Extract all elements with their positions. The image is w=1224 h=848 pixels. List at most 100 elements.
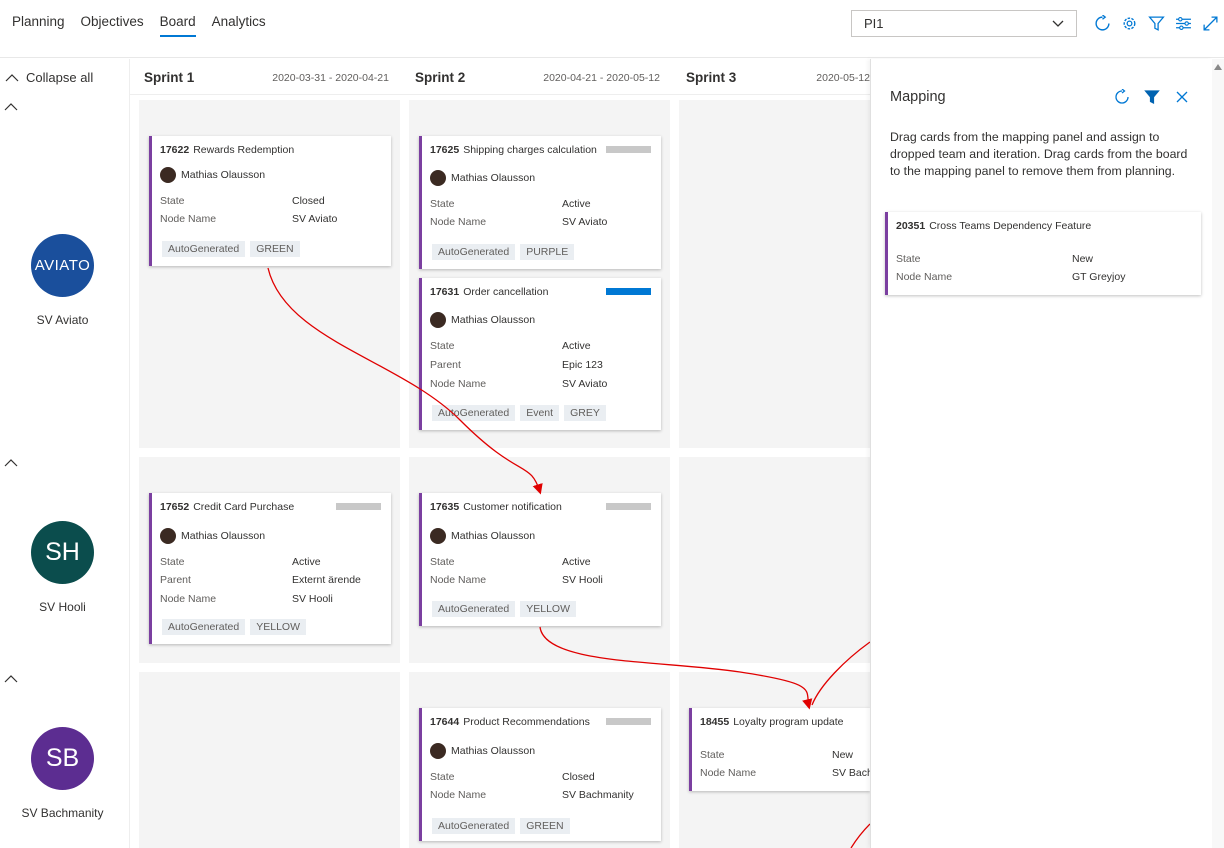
card-owner: Mathias Olausson <box>160 167 265 183</box>
tag: YELLOW <box>250 619 306 635</box>
field-value: Active <box>292 556 321 568</box>
team-name: SV Aviato <box>36 313 89 327</box>
card-id: 17622 <box>160 144 190 156</box>
field-value: SV Hooli <box>292 593 333 605</box>
sprint-dates: 2020-03-31 - 2020-04-21 <box>272 72 389 84</box>
chevron-up-icon[interactable] <box>4 102 18 112</box>
field-label: State <box>430 771 455 783</box>
progress-bar <box>336 503 381 510</box>
nav-tabs: Planning Objectives Board Analytics <box>12 14 266 37</box>
tag: AutoGenerated <box>432 405 516 421</box>
card-title: 20351 Cross Teams Dependency Feature <box>896 220 1091 232</box>
sprint-header-2: Sprint 2 2020-04-21 - 2020-05-12 <box>401 59 672 95</box>
work-item-card-17622[interactable]: 17622 Rewards Redemption Mathias Olausson… <box>149 136 391 266</box>
team-name: SV Bachmanity <box>21 806 104 820</box>
card-title-text: Cross Teams Dependency Feature <box>929 220 1092 232</box>
team-sv-bachmanity: SB SV Bachmanity <box>0 727 125 820</box>
field-value: Active <box>562 198 591 210</box>
gear-icon[interactable] <box>1121 15 1138 32</box>
owner-name: Mathias Olausson <box>451 172 536 184</box>
collapse-all-label: Collapse all <box>26 70 94 85</box>
board-cell[interactable] <box>679 100 870 448</box>
tab-objectives[interactable]: Objectives <box>81 14 144 37</box>
scroll-up-icon[interactable] <box>1214 64 1222 70</box>
tag: AutoGenerated <box>432 244 516 260</box>
expand-icon[interactable] <box>1202 15 1219 32</box>
tab-planning[interactable]: Planning <box>12 14 65 37</box>
panel-description: Drag cards from the mapping panel and as… <box>890 130 1188 178</box>
field-label: Parent <box>430 359 461 371</box>
panel-toolbar <box>1114 89 1190 105</box>
team-sv-hooli: SH SV Hooli <box>0 521 125 614</box>
collapse-all-button[interactable]: Collapse all <box>5 70 93 85</box>
avatar: SB <box>31 727 94 790</box>
field-value: SV Aviato <box>562 378 608 390</box>
board-cell[interactable] <box>139 672 400 848</box>
tag: GREEN <box>520 818 570 834</box>
field-label: Parent <box>160 574 191 586</box>
card-id: 17631 <box>430 286 460 298</box>
work-item-card-17635[interactable]: 17635 Customer notification Mathias Olaus… <box>419 493 661 626</box>
owner-name: Mathias Olausson <box>451 314 536 326</box>
field-label: Node Name <box>430 574 487 586</box>
field-value: SV Aviato <box>562 216 608 228</box>
board-cell[interactable] <box>679 457 870 663</box>
chevron-down-icon <box>1052 20 1064 27</box>
card-id: 17635 <box>430 501 460 513</box>
scrollbar[interactable] <box>1212 59 1224 848</box>
avatar-text: SB <box>45 744 80 772</box>
field-label: Node Name <box>430 216 487 228</box>
pi-dropdown[interactable]: PI1 <box>851 10 1077 37</box>
work-item-card-17631[interactable]: 17631 Order cancellation Mathias Olausson… <box>419 278 661 430</box>
close-icon[interactable] <box>1174 89 1190 105</box>
sprint-name: Sprint 3 <box>686 70 737 85</box>
sprint-name: Sprint 2 <box>415 70 466 85</box>
field-label: Node Name <box>896 271 953 283</box>
card-id: 17625 <box>430 144 460 156</box>
field-label: State <box>430 556 455 568</box>
chevron-up-icon[interactable] <box>4 458 18 468</box>
field-value: New <box>1072 253 1094 265</box>
user-avatar-icon <box>160 528 176 544</box>
team-sv-aviato: AVIATO SV Aviato <box>0 234 125 327</box>
work-item-card-17652[interactable]: 17652 Credit Card Purchase Mathias Olauss… <box>149 493 391 644</box>
card-title-text: Credit Card Purchase <box>193 501 295 513</box>
work-item-card-17644[interactable]: 17644 Product Recommendations Mathias Ola… <box>419 708 661 841</box>
top-bar: Planning Objectives Board Analytics PI1 <box>0 0 1224 58</box>
card-title: 17652 Credit Card Purchase <box>160 501 294 513</box>
filter-icon[interactable] <box>1144 89 1160 105</box>
field-value: Closed <box>562 771 595 783</box>
card-title-text: Rewards Redemption <box>193 144 295 156</box>
sprint-header-1: Sprint 1 2020-03-31 - 2020-04-21 <box>130 59 401 95</box>
field-value: Active <box>562 556 591 568</box>
work-item-card-17625[interactable]: 17625 Shipping charges calculation Mathia… <box>419 136 661 269</box>
team-rail: Collapse all AVIATO SV Aviato SH SV Hool… <box>0 59 130 848</box>
chevron-up-icon[interactable] <box>4 674 18 684</box>
owner-name: Mathias Olausson <box>181 530 266 542</box>
filter-icon[interactable] <box>1148 15 1165 32</box>
team-name: SV Hooli <box>39 600 86 614</box>
field-label: State <box>896 253 921 265</box>
refresh-icon[interactable] <box>1114 89 1130 105</box>
card-tags: AutoGenerated PURPLE <box>432 244 575 260</box>
tab-board[interactable]: Board <box>159 14 196 37</box>
settings-sliders-icon[interactable] <box>1175 15 1192 32</box>
field-value: Externt ärende <box>292 574 361 586</box>
user-avatar-icon <box>430 170 446 186</box>
panel-title: Mapping <box>890 89 946 105</box>
card-title: 17622 Rewards Redemption <box>160 144 294 156</box>
card-owner: Mathias Olausson <box>160 528 265 544</box>
mapping-card-20351[interactable]: 20351 Cross Teams Dependency Feature Stat… <box>885 212 1201 295</box>
chevron-up-icon <box>5 73 19 81</box>
owner-name: Mathias Olausson <box>181 169 266 181</box>
tab-analytics[interactable]: Analytics <box>212 14 266 37</box>
field-label: Node Name <box>160 213 217 225</box>
sprint-dates: 2020-04-21 - 2020-05-12 <box>543 72 660 84</box>
card-title: 17644 Product Recommendations <box>430 716 590 728</box>
progress-bar <box>606 288 651 295</box>
user-avatar-icon <box>430 528 446 544</box>
work-item-card-18455[interactable]: 18455 Loyalty program update State New No… <box>689 708 870 791</box>
card-title-text: Customer notification <box>463 501 562 513</box>
field-value: Closed <box>292 195 325 207</box>
refresh-icon[interactable] <box>1094 15 1111 32</box>
